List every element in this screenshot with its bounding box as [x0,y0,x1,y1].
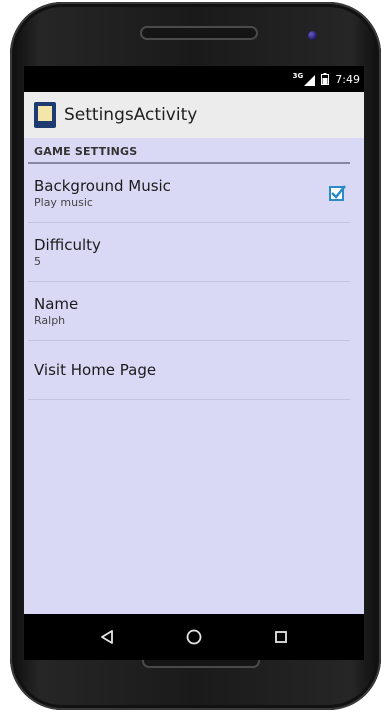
pref-name[interactable]: Name Ralph [28,282,350,341]
battery-icon [321,73,330,85]
pref-summary: Ralph [34,314,66,327]
app-bar: SettingsActivity [24,92,364,138]
status-bar: 3G 7:49 [24,66,364,92]
pref-summary: 5 [34,255,41,268]
background-music-checkbox[interactable] [329,185,346,201]
pref-background-music[interactable]: Background Music Play music [28,164,350,223]
signal-icon [304,74,316,86]
category-header: GAME SETTINGS [28,138,350,164]
pref-visit-home-page[interactable]: Visit Home Page [28,341,350,400]
pref-summary: Play music [34,196,93,209]
back-button[interactable] [95,625,119,649]
earpiece-speaker [140,26,258,40]
pref-title: Visit Home Page [34,361,157,379]
checkmark-icon [331,185,346,199]
app-launcher-icon [34,102,56,128]
signal-indicator: 3G [292,71,316,86]
home-circle-icon [186,629,202,645]
back-triangle-icon [101,630,114,644]
pref-title: Background Music [34,177,171,195]
preferences-list: GAME SETTINGS Background Music Play musi… [24,138,364,400]
pref-title: Difficulty [34,236,101,254]
network-type: 3G [292,71,304,80]
pref-difficulty[interactable]: Difficulty 5 [28,223,350,282]
recents-square-icon [274,631,287,643]
app-title: SettingsActivity [64,105,198,125]
pref-title: Name [34,295,79,313]
clock: 7:49 [335,72,360,86]
recents-button[interactable] [269,625,293,649]
screen: 3G 7:49 SettingsActivity GAME SETTINGS B… [24,66,364,614]
home-button[interactable] [182,625,206,649]
navigation-bar [24,614,364,660]
front-camera [308,31,317,40]
